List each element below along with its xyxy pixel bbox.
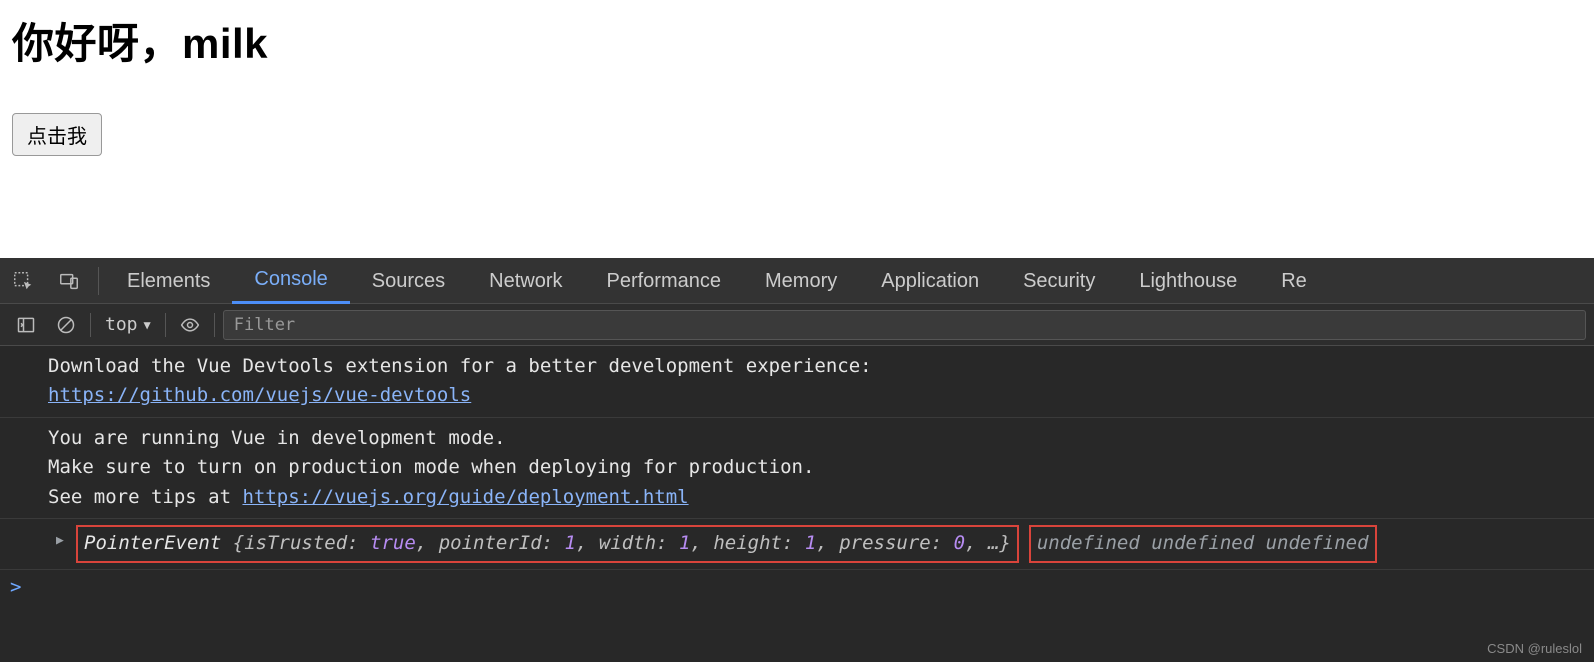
tab-security[interactable]: Security	[1001, 258, 1117, 304]
tab-elements[interactable]: Elements	[105, 258, 232, 304]
toolbar-separator	[214, 313, 215, 337]
tab-separator	[98, 267, 99, 295]
chevron-down-icon: ▼	[144, 318, 151, 332]
watermark-text: CSDN @ruleslol	[1487, 641, 1582, 656]
tab-lighthouse[interactable]: Lighthouse	[1117, 258, 1259, 304]
eye-icon[interactable]	[170, 304, 210, 346]
page-heading: 你好呀，milk	[12, 10, 1582, 71]
message-text: Download the Vue Devtools extension for …	[48, 355, 872, 377]
toolbar-separator	[165, 313, 166, 337]
vue-devtools-link[interactable]: https://github.com/vuejs/vue-devtools	[48, 384, 471, 406]
message-text: Make sure to turn on production mode whe…	[48, 456, 814, 478]
expand-triangle-icon[interactable]: ▶	[56, 531, 64, 551]
tab-re[interactable]: Re	[1259, 258, 1329, 304]
tab-memory[interactable]: Memory	[743, 258, 859, 304]
console-message: Download the Vue Devtools extension for …	[0, 346, 1594, 418]
tab-console[interactable]: Console	[232, 258, 349, 304]
clear-console-icon[interactable]	[46, 304, 86, 346]
device-toolbar-icon[interactable]	[46, 258, 92, 304]
tab-network[interactable]: Network	[467, 258, 584, 304]
console-output: Download the Vue Devtools extension for …	[0, 346, 1594, 662]
tab-performance[interactable]: Performance	[585, 258, 744, 304]
context-selector[interactable]: top ▼	[95, 314, 161, 335]
console-toolbar: top ▼	[0, 304, 1594, 346]
console-log-row[interactable]: ▶ PointerEvent {isTrusted: true, pointer…	[0, 519, 1594, 569]
log-undefined-highlight: undefined undefined undefined	[1029, 525, 1377, 562]
tab-application[interactable]: Application	[859, 258, 1001, 304]
log-object-highlight: PointerEvent {isTrusted: true, pointerId…	[76, 525, 1019, 562]
page-content: 你好呀，milk 点击我	[0, 0, 1594, 166]
filter-input[interactable]	[223, 310, 1586, 340]
click-me-button[interactable]: 点击我	[12, 113, 102, 156]
devtools-panel: ElementsConsoleSourcesNetworkPerformance…	[0, 258, 1594, 662]
tab-sources[interactable]: Sources	[350, 258, 467, 304]
message-text: See more tips at	[48, 486, 242, 508]
toolbar-separator	[90, 313, 91, 337]
sidebar-toggle-icon[interactable]	[6, 304, 46, 346]
inspect-element-icon[interactable]	[0, 258, 46, 304]
context-label: top	[105, 314, 138, 335]
prompt-caret-icon: >	[10, 573, 21, 602]
console-prompt[interactable]: >	[0, 570, 1594, 606]
message-text: You are running Vue in development mode.	[48, 427, 506, 449]
console-message: You are running Vue in development mode.…	[0, 418, 1594, 519]
vue-guide-link[interactable]: https://vuejs.org/guide/deployment.html	[242, 486, 688, 508]
devtools-tabbar: ElementsConsoleSourcesNetworkPerformance…	[0, 258, 1594, 304]
